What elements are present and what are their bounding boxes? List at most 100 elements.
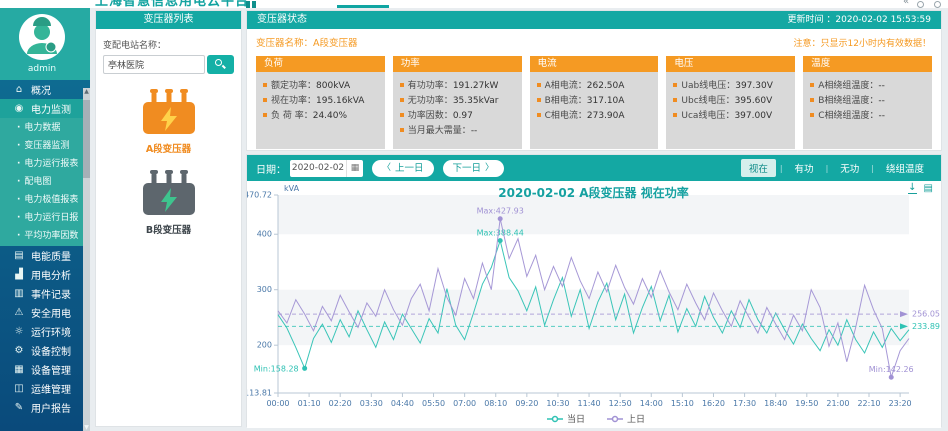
- sidebar-subitem[interactable]: 电力运行报表: [0, 155, 90, 173]
- card-row: C相电流：273.90A: [537, 109, 655, 124]
- download-icon[interactable]: ↓: [908, 183, 916, 194]
- sidebar-subitem[interactable]: 平均功率因数: [0, 227, 90, 245]
- date-picker[interactable]: 2020-02-02 ▦: [290, 160, 363, 177]
- prev-day-button[interactable]: 〈 上一日: [372, 160, 434, 177]
- chart-tab-4[interactable]: 绕组温度: [878, 159, 932, 177]
- sidebar-item-environment[interactable]: ☼运行环境: [0, 322, 90, 341]
- bullet-icon: [400, 128, 404, 132]
- legend-item-上日[interactable]: 上日: [607, 414, 645, 425]
- svg-text:Min:142.26: Min:142.26: [869, 365, 914, 374]
- sidebar-item-label: 运维管理: [31, 381, 71, 396]
- svg-text:10:30: 10:30: [546, 399, 569, 408]
- export-doc-icon[interactable]: ▤: [924, 183, 933, 194]
- svg-text:200: 200: [257, 341, 272, 350]
- scrollbar-thumb[interactable]: [83, 100, 90, 178]
- bullet-icon: [673, 113, 677, 117]
- sidebar-item-overview[interactable]: ⌂概况: [0, 80, 90, 99]
- sidebar-item-user-report[interactable]: ✎用户报告: [0, 398, 90, 417]
- sidebar-item-power-monitoring[interactable]: ◉ 电力监测: [0, 99, 90, 118]
- sidebar-item-label: 事件记录: [31, 286, 71, 301]
- user-icon[interactable]: [934, 1, 941, 8]
- scroll-down-icon[interactable]: ▼: [83, 424, 90, 431]
- sidebar-menu: ⌂概况 ◉ 电力监测电力数据变压器监测电力运行报表配电图电力极值报表电力运行日报平均…: [0, 80, 90, 417]
- svg-text:04:40: 04:40: [391, 399, 414, 408]
- transformer-list-title: 变压器列表: [144, 11, 194, 29]
- sidebar-subitem[interactable]: 变压器监测: [0, 137, 90, 155]
- card-title: 电流: [530, 56, 659, 72]
- next-day-button[interactable]: 下一日 〉: [443, 160, 505, 177]
- chart-toolbar: 日期： 2020-02-02 ▦ 〈 上一日 下一日 〉 视在|有功|无功|绕组…: [247, 155, 941, 181]
- svg-text:14:00: 14:00: [640, 399, 663, 408]
- svg-text:上日: 上日: [627, 414, 645, 425]
- sidebar-scrollbar[interactable]: ▲ ▼: [83, 88, 90, 431]
- app-title: 上海智慧信息用电云平台: [95, 0, 249, 8]
- bullet-icon: [810, 98, 814, 102]
- sidebar-item-device-management[interactable]: ▦设备管理: [0, 360, 90, 379]
- notification-icon[interactable]: [917, 1, 924, 8]
- books-icon: ▤: [12, 250, 26, 261]
- chart-tab-2[interactable]: 有功: [787, 159, 822, 177]
- sidebar-subitem[interactable]: 电力数据: [0, 119, 90, 137]
- transformer-a-item[interactable]: A段变压器: [103, 89, 234, 155]
- menu-grid-icon[interactable]: [246, 1, 257, 8]
- svg-text:03:30: 03:30: [360, 399, 383, 408]
- card-row: 功率因数：0.97: [400, 109, 518, 124]
- sidebar-item-device-control[interactable]: ⚙设备控制: [0, 341, 90, 360]
- svg-text:17:30: 17:30: [733, 399, 756, 408]
- sidebar-subitem[interactable]: 电力运行日报: [0, 209, 90, 227]
- card-row: Uca线电压：397.00V: [673, 109, 791, 124]
- fan-icon: ◉: [12, 103, 26, 114]
- transformer-b-item[interactable]: B段变压器: [103, 170, 234, 236]
- legend-item-当日[interactable]: 当日: [547, 413, 585, 425]
- bullet-icon: [810, 83, 814, 87]
- card-row: B相电流：317.10A: [537, 94, 655, 109]
- sidebar-item-power-quality[interactable]: ▤ 电能质量: [0, 246, 90, 265]
- card-row: A相绕组温度：--: [810, 79, 928, 94]
- sidebar: admin ⌂概况 ◉ 电力监测电力数据变压器监测电力运行报表配电图电力极值报表电力…: [0, 8, 90, 431]
- update-time: 更新时间 ：2020-02-02 15:53:59: [788, 11, 931, 29]
- station-search-input[interactable]: [103, 55, 205, 74]
- bullet-icon: [400, 83, 404, 87]
- sidebar-subitem[interactable]: 电力极值报表: [0, 191, 90, 209]
- svg-text:18:40: 18:40: [764, 399, 787, 408]
- sidebar-item-event-log[interactable]: ▥事件记录: [0, 284, 90, 303]
- chart-tab-1[interactable]: 视在: [741, 159, 776, 177]
- svg-text:02:20: 02:20: [329, 399, 352, 408]
- sidebar-subitem[interactable]: 配电图: [0, 173, 90, 191]
- svg-text:19:50: 19:50: [795, 399, 818, 408]
- sidebar-profile: admin: [0, 8, 90, 80]
- card-title: 功率: [393, 56, 522, 72]
- svg-text:21:00: 21:00: [826, 399, 849, 408]
- search-button[interactable]: [207, 55, 234, 74]
- sidebar-item-label: 电能质量: [31, 248, 71, 263]
- sidebar-item-label: 电力监测: [31, 101, 71, 116]
- sidebar-item-label: 安全用电: [31, 305, 71, 320]
- bullet-icon: [810, 113, 814, 117]
- svg-text:15:10: 15:10: [671, 399, 694, 408]
- sidebar-item-label: 用户报告: [31, 400, 71, 415]
- engineer-avatar-icon: [19, 14, 65, 60]
- date-value[interactable]: 2020-02-02: [290, 160, 346, 177]
- bullet-icon: [263, 98, 267, 102]
- collapse-icon[interactable]: «: [903, 0, 909, 7]
- svg-text:400: 400: [257, 230, 272, 239]
- app-root: 上海智慧信息用电云平台 « admin ⌂概况◉电力监测电力数据变压器监测电力运…: [0, 0, 948, 431]
- svg-text:05:50: 05:50: [422, 399, 445, 408]
- sidebar-item-label: 运行环境: [31, 324, 71, 339]
- svg-text:Min:158.28: Min:158.28: [254, 364, 299, 373]
- card-row: Uab线电压：397.30V: [673, 79, 791, 94]
- sidebar-item-usage-analysis[interactable]: ▟用电分析: [0, 265, 90, 284]
- card-row: 无功功率：35.35kVar: [400, 94, 518, 109]
- username: admin: [0, 64, 84, 74]
- monitor-icon: ⌂: [12, 84, 26, 95]
- bar-chart-icon: ▟: [12, 269, 26, 280]
- power-line-chart: 113.81200300400470.72kVA00:0001:1002:200…: [247, 181, 943, 428]
- sidebar-item-ops-management[interactable]: ◫运维管理: [0, 379, 90, 398]
- bullet-icon: [673, 98, 677, 102]
- sidebar-item-safe-power[interactable]: ⚠安全用电: [0, 303, 90, 322]
- scroll-up-icon[interactable]: ▲: [83, 88, 90, 95]
- chart-tab-3[interactable]: 无功: [832, 159, 867, 177]
- card-title: 温度: [803, 56, 932, 72]
- calendar-icon[interactable]: ▦: [346, 160, 363, 177]
- avatar[interactable]: [19, 14, 65, 60]
